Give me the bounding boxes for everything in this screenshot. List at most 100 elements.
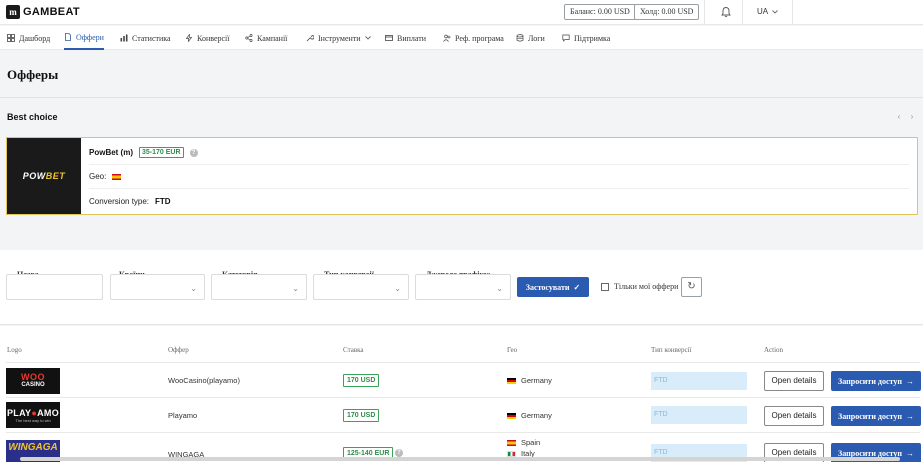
row-divider	[6, 432, 920, 433]
document-icon	[65, 33, 71, 41]
column-header-geo: Гео	[507, 346, 518, 354]
title-band	[0, 51, 923, 98]
chevron-down-icon: ⌄	[496, 284, 503, 293]
request-label: Запросити доступ	[838, 411, 902, 421]
arrow-right-icon: →	[905, 411, 914, 421]
nav-item-conversions[interactable]: Конверсії	[185, 26, 230, 50]
geo-cell: Germany	[507, 376, 552, 385]
nav-item-referral[interactable]: Реф. програма	[443, 26, 504, 50]
only-mine-label: Тільки мої оффери	[614, 282, 679, 291]
help-icon[interactable]: ?	[395, 449, 403, 457]
header-divider	[6, 362, 920, 363]
offer-name: WooCasino(playamo)	[168, 376, 240, 385]
nav-item-campaigns[interactable]: Кампанії	[245, 26, 287, 50]
nav-label: Логи	[528, 33, 545, 43]
card-row-title: PowBet (m) 35-170 EUR ?	[89, 141, 909, 165]
top-bar: m GAMBEAT Баланс: 0.00 USD Холд: 0.00 US…	[0, 0, 923, 25]
card-row-geo: Geo:	[89, 165, 909, 189]
wrench-icon	[306, 35, 314, 42]
users-icon	[443, 34, 451, 42]
chevron-down-icon	[364, 36, 371, 40]
nav-label: Дашборд	[19, 33, 51, 43]
nav-label: Реф. програма	[455, 33, 504, 43]
request-access-button[interactable]: Запросити доступ →	[831, 406, 921, 426]
logo[interactable]: m GAMBEAT	[6, 5, 80, 19]
wingaga-logo-text: WINGAGA	[8, 442, 58, 453]
nav-label: Інструменти	[318, 33, 361, 43]
conversion-type-select[interactable]: ⌄	[313, 274, 409, 300]
nav-label: Підтримка	[574, 33, 611, 43]
language-select[interactable]: UA	[757, 7, 778, 16]
row-logo-playamo: PLAY●AMO The best way to win	[6, 402, 60, 428]
open-details-button[interactable]: Open details	[764, 406, 824, 426]
powbet-logo: POWBET	[22, 171, 66, 181]
traffic-source-select[interactable]: ⌄	[415, 274, 511, 300]
chevron-down-icon: ⌄	[394, 284, 401, 293]
conversion-type-field: FTD	[651, 372, 747, 390]
nav-item-logs[interactable]: Логи	[516, 26, 545, 50]
page-title: Офферы	[7, 67, 59, 82]
geo-cell: Germany	[507, 411, 552, 420]
divider	[742, 0, 743, 25]
open-details-button[interactable]: Open details	[764, 371, 824, 391]
nav-item-dashboard[interactable]: Дашборд	[7, 26, 50, 50]
language-value: UA	[757, 7, 769, 16]
arrow-right-icon: →	[905, 448, 914, 458]
balance-display: Баланс: 0.00 USD	[564, 4, 636, 20]
geo-label: Geo:	[89, 172, 107, 181]
nav-label: Оффери	[76, 32, 104, 42]
rate-badge: 170 USD	[343, 409, 380, 422]
nav-item-statistics[interactable]: Статистика	[120, 26, 171, 50]
rate-badge: 170 USD	[343, 374, 380, 387]
offers-table	[0, 326, 923, 462]
apply-label: Застосувати	[525, 282, 570, 292]
chat-icon	[562, 34, 570, 42]
apply-button[interactable]: Застосувати ✓	[517, 277, 589, 297]
request-access-button[interactable]: Запросити доступ →	[831, 371, 921, 391]
hold-display: Холд: 0.00 USD	[634, 4, 700, 20]
horizontal-scrollbar[interactable]	[20, 457, 900, 461]
divider	[704, 0, 705, 25]
column-header-offer: Оффер	[168, 346, 189, 354]
nav-item-tools[interactable]: Інструменти	[306, 26, 371, 50]
nav-label: Кампанії	[257, 33, 288, 43]
refresh-icon[interactable]: ↻	[681, 277, 702, 297]
next-arrow-icon[interactable]: ›	[907, 112, 917, 122]
category-select[interactable]: ⌄	[211, 274, 307, 300]
table-top-border	[6, 324, 920, 325]
countries-select[interactable]: ⌄	[110, 274, 205, 300]
only-mine-checkbox[interactable]: Тільки мої оффери	[601, 282, 678, 291]
bolt-icon	[185, 34, 193, 42]
column-header-action: Action	[764, 346, 784, 354]
arrow-right-icon: →	[905, 376, 914, 386]
row-divider	[6, 397, 920, 398]
geo-cell: Spain	[507, 438, 540, 447]
database-icon	[516, 34, 524, 42]
best-choice-card[interactable]: POWBET PowBet (m) 35-170 EUR ? Geo: Conv…	[6, 137, 918, 215]
flag-germany-icon	[507, 412, 516, 419]
prev-arrow-icon[interactable]: ‹	[894, 112, 904, 122]
nav-label: Конверсії	[197, 33, 230, 43]
conversion-type-field: FTD	[651, 406, 747, 424]
offer-name: Playamo	[168, 411, 198, 420]
nav-item-payouts[interactable]: Виплати	[385, 26, 426, 50]
column-header-conversion-type: Тип конверсії	[651, 346, 692, 354]
checkbox-box[interactable]	[601, 282, 609, 291]
offer-name: PowBet (m)	[89, 148, 133, 157]
help-icon[interactable]: ?	[189, 148, 198, 157]
flag-spain-icon	[507, 439, 516, 446]
flag-germany-icon	[507, 377, 516, 384]
bell-icon[interactable]	[720, 6, 732, 18]
name-input[interactable]	[6, 274, 103, 300]
casino-logo-text: CASINO	[21, 382, 45, 388]
check-icon: ✓	[573, 282, 581, 292]
rate-badge: 35-170 EUR	[139, 147, 184, 158]
geo-name: Spain	[521, 438, 541, 447]
nav-label: Виплати	[397, 33, 427, 43]
playamo-tagline: The best way to win	[15, 417, 51, 423]
chevron-down-icon	[772, 9, 778, 14]
nav-item-support[interactable]: Підтримка	[562, 26, 610, 50]
grid-icon	[7, 34, 15, 42]
nav-item-offers[interactable]: Оффери	[64, 26, 104, 50]
card-icon	[385, 35, 393, 41]
